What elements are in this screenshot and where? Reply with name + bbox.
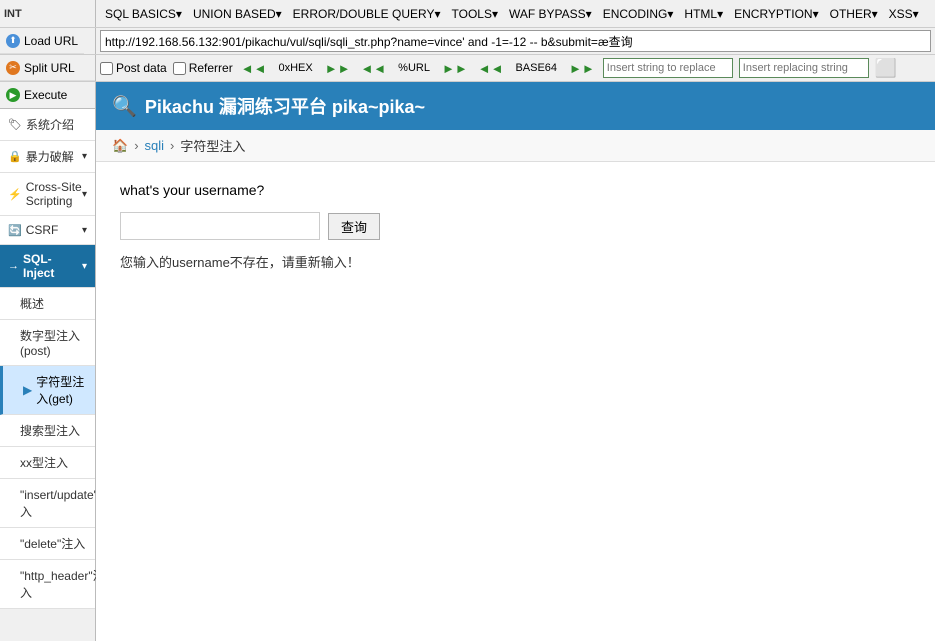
base64-button[interactable]: BASE64 xyxy=(511,61,561,75)
url-input[interactable] xyxy=(100,30,931,52)
nav-item-xx-inject[interactable]: xx型注入 xyxy=(0,447,95,479)
menu-encoding[interactable]: ENCODING▾ xyxy=(598,5,679,23)
breadcrumb-current: 字符型注入 xyxy=(180,136,245,155)
menu-waf-bypass[interactable]: WAF BYPASS▾ xyxy=(504,5,597,23)
url-button[interactable]: %URL xyxy=(394,61,434,75)
tag-icon: 🏷 xyxy=(8,118,22,131)
split-url-button[interactable]: ✂ Split URL xyxy=(0,55,95,81)
menu-html[interactable]: HTML▾ xyxy=(679,5,728,23)
nav-item-search-inject[interactable]: 搜索型注入 xyxy=(0,415,95,447)
menu-bar: SQL BASICS▾ UNION BASED▾ ERROR/DOUBLE QU… xyxy=(96,0,935,27)
toolbar-row1: INT SQL BASICS▾ UNION BASED▾ ERROR/DOUBL… xyxy=(0,0,935,28)
breadcrumb-sep1: › xyxy=(134,138,138,153)
url-encode-arrow[interactable]: ►► xyxy=(440,61,470,76)
string-to-replace-input[interactable] xyxy=(603,58,733,78)
options-bar: Post data Referrer ◄◄ 0xHEX ►► ◄◄ %URL ►… xyxy=(96,58,935,79)
nav-item-insert-update[interactable]: "insert/update"注入 xyxy=(0,479,95,528)
breadcrumb-sep2: › xyxy=(170,138,174,153)
nav-item-csrf[interactable]: 🔄 CSRF ▾ xyxy=(0,216,95,245)
menu-error-double[interactable]: ERROR/DOUBLE QUERY▾ xyxy=(288,5,446,23)
csrf-icon: 🔄 xyxy=(8,224,22,237)
xss-chevron: ▾ xyxy=(82,189,87,200)
breadcrumb-home[interactable]: 🏠 xyxy=(112,138,128,154)
breadcrumb-sqli[interactable]: sqli xyxy=(145,138,165,153)
nav-item-sysintro[interactable]: 🏷 系统介绍 xyxy=(0,109,95,141)
toolbar-row2: ⬆ Load URL xyxy=(0,28,935,55)
breadcrumb: 🏠 › sqli › 字符型注入 xyxy=(96,130,935,162)
post-data-checkbox[interactable] xyxy=(100,62,113,75)
nav-item-xss[interactable]: ⚡ Cross-Site Scripting ▾ xyxy=(0,173,95,216)
app-header: 🔍 Pikachu 漏洞练习平台 pika~pika~ xyxy=(96,82,935,130)
app-title: Pikachu 漏洞练习平台 pika~pika~ xyxy=(145,93,425,119)
replacing-string-input[interactable] xyxy=(739,58,869,78)
app-search-icon: 🔍 xyxy=(112,94,137,119)
0xhex-decode-arrow[interactable]: ◄◄ xyxy=(239,61,269,76)
main-content: what's your username? 查询 您输入的username不存在… xyxy=(96,162,935,641)
selected-indicator: ▶ xyxy=(23,383,32,397)
split-url-icon: ✂ xyxy=(6,61,20,75)
username-input[interactable] xyxy=(120,212,320,240)
sqlinject-icon: → xyxy=(8,260,19,272)
referrer-checkbox-label[interactable]: Referrer xyxy=(173,61,233,75)
base64-encode-arrow[interactable]: ►► xyxy=(567,61,597,76)
top-section: INT SQL BASICS▾ UNION BASED▾ ERROR/DOUBL… xyxy=(0,0,935,82)
input-row: 查询 xyxy=(120,212,911,240)
base64-decode-arrow[interactable]: ◄◄ xyxy=(476,61,506,76)
load-url-area: ⬆ Load URL xyxy=(0,28,96,54)
browser-area: 🔍 Pikachu 漏洞练习平台 pika~pika~ 🏠 › sqli › 字… xyxy=(96,82,935,641)
nav-item-http-header[interactable]: "http_header"注入 xyxy=(0,560,95,609)
url-bar-container xyxy=(96,30,935,52)
menu-tools[interactable]: TOOLS▾ xyxy=(447,5,503,23)
load-url-button[interactable]: ⬆ Load URL xyxy=(0,28,84,54)
execute-icon: ▶ xyxy=(6,88,20,102)
bruteforce-chevron: ▾ xyxy=(82,151,87,162)
content-area: ▶ Execute 🏷 系统介绍 🔒 暴力破解 ▾ ⚡ Cross-Site S… xyxy=(0,82,935,641)
menu-encryption[interactable]: ENCRYPTION▾ xyxy=(729,5,823,23)
lock-icon: 🔒 xyxy=(8,150,22,163)
left-sidebar: ▶ Execute 🏷 系统介绍 🔒 暴力破解 ▾ ⚡ Cross-Site S… xyxy=(0,82,96,641)
execute-button[interactable]: ▶ Execute xyxy=(0,82,95,109)
xss-icon: ⚡ xyxy=(8,188,22,201)
question-text: what's your username? xyxy=(120,182,911,198)
nav-item-overview[interactable]: 概述 xyxy=(0,288,95,320)
query-button[interactable]: 查询 xyxy=(328,213,380,240)
menu-xss[interactable]: XSS▾ xyxy=(884,5,924,23)
menu-other[interactable]: OTHER▾ xyxy=(825,5,883,23)
result-text: 您输入的username不存在，请重新输入！ xyxy=(120,252,911,271)
csrf-chevron: ▾ xyxy=(82,225,87,236)
sqlinject-chevron: ▾ xyxy=(82,261,87,272)
nav-item-numeric-post[interactable]: 数字型注入(post) xyxy=(0,320,95,366)
post-data-checkbox-label[interactable]: Post data xyxy=(100,61,167,75)
toolbar-row3: ✂ Split URL Post data Referrer ◄◄ 0xHEX … xyxy=(0,55,935,82)
nav-item-bruteforce[interactable]: 🔒 暴力破解 ▾ xyxy=(0,141,95,173)
referrer-checkbox[interactable] xyxy=(173,62,186,75)
nav-item-sqlinject[interactable]: → SQL-Inject ▾ xyxy=(0,245,95,288)
int-label: INT xyxy=(0,0,96,27)
app-wrapper: INT SQL BASICS▾ UNION BASED▾ ERROR/DOUBL… xyxy=(0,0,935,641)
menu-union-based[interactable]: UNION BASED▾ xyxy=(188,5,287,23)
menu-sql-basics[interactable]: SQL BASICS▾ xyxy=(100,5,187,23)
0xhex-button[interactable]: 0xHEX xyxy=(274,61,316,75)
load-url-icon: ⬆ xyxy=(6,34,20,48)
url-decode-arrow[interactable]: ◄◄ xyxy=(358,61,388,76)
split-execute-area: ✂ Split URL xyxy=(0,55,96,81)
nav-item-string-get[interactable]: ▶ 字符型注入(get) xyxy=(0,366,95,415)
0xhex-encode-arrow[interactable]: ►► xyxy=(323,61,353,76)
nav-item-delete-inject[interactable]: "delete"注入 xyxy=(0,528,95,560)
